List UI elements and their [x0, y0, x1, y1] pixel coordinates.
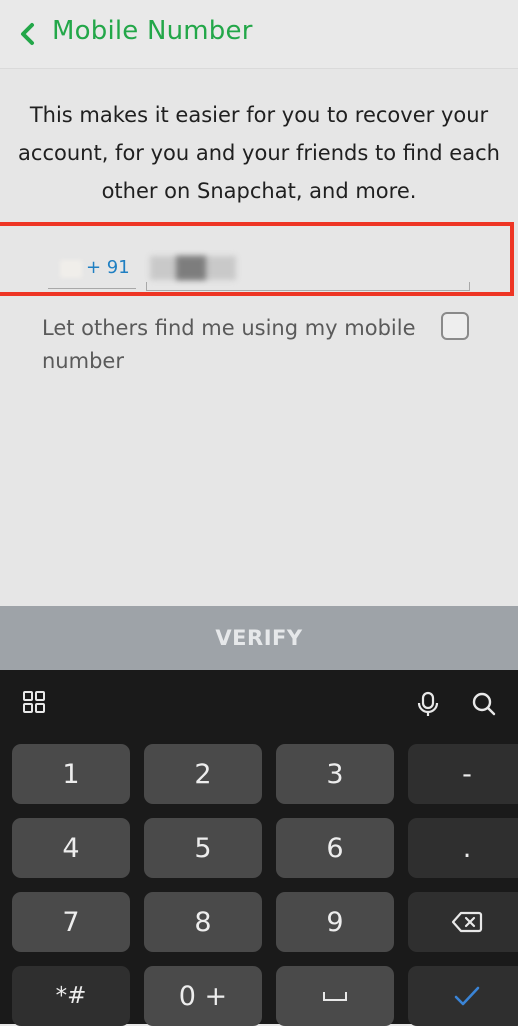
key-0[interactable]: 0 + [144, 966, 262, 1026]
done-key[interactable] [408, 966, 518, 1026]
space-icon [323, 992, 347, 1001]
input-corner-left [146, 282, 147, 290]
flag-icon [60, 260, 82, 278]
search-icon[interactable] [470, 690, 498, 718]
key-period[interactable]: . [408, 818, 518, 878]
input-corner-right [469, 282, 470, 290]
key-2[interactable]: 2 [144, 744, 262, 804]
description-text: This makes it easier for you to recover … [18, 103, 500, 203]
phone-number-input[interactable] [146, 250, 470, 291]
numeric-keyboard: 1 2 3 - 4 5 6 . 7 8 9 *# 0 + [0, 670, 518, 1026]
key-4[interactable]: 4 [12, 818, 130, 878]
redacted-number-dark [176, 256, 206, 280]
page-title: Mobile Number [52, 16, 253, 46]
country-code: + 91 [86, 257, 130, 278]
country-code-selector[interactable]: + 91 [48, 252, 136, 289]
key-dash[interactable]: - [408, 744, 518, 804]
chevron-left-icon [21, 23, 34, 45]
back-button[interactable] [14, 18, 42, 50]
key-6[interactable]: 6 [276, 818, 394, 878]
key-9[interactable]: 9 [276, 892, 394, 952]
key-8[interactable]: 8 [144, 892, 262, 952]
backspace-icon [451, 911, 483, 933]
verify-button[interactable]: VERIFY [0, 606, 518, 670]
key-3[interactable]: 3 [276, 744, 394, 804]
key-1[interactable]: 1 [12, 744, 130, 804]
microphone-icon[interactable] [414, 690, 442, 718]
backspace-key[interactable] [408, 892, 518, 952]
app-header: Mobile Number [0, 0, 518, 69]
key-7[interactable]: 7 [12, 892, 130, 952]
share-option-label: Let others find me using my mobile numbe… [42, 316, 416, 373]
space-key[interactable] [276, 966, 394, 1026]
key-5[interactable]: 5 [144, 818, 262, 878]
share-option-checkbox[interactable] [441, 312, 469, 340]
apps-grid-icon[interactable] [22, 690, 50, 718]
done-check-icon [454, 986, 480, 1006]
key-star-hash[interactable]: *# [12, 966, 130, 1026]
